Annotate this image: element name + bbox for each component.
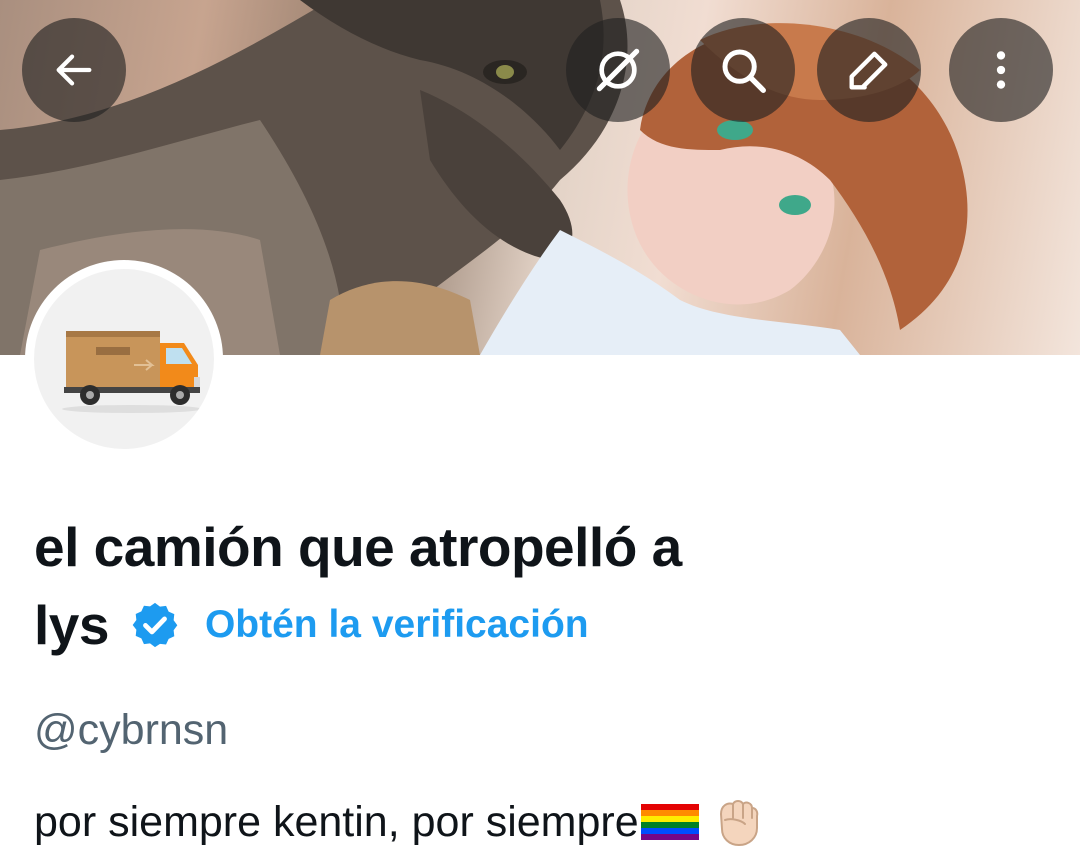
grok-icon (596, 48, 640, 92)
profile-avatar[interactable] (27, 262, 221, 456)
display-name-line2: lys (34, 594, 109, 656)
search-button[interactable] (691, 18, 795, 122)
edit-icon (849, 51, 888, 90)
arrow-left-icon (56, 54, 92, 86)
grok-button[interactable] (566, 18, 670, 122)
rainbow-flag-icon (640, 804, 699, 840)
more-vertical-icon (996, 51, 1006, 89)
edit-button[interactable] (817, 18, 921, 122)
get-verified-link[interactable]: Obtén la verificación (205, 586, 589, 664)
display-name-line1: el camión que atropelló a (34, 516, 682, 578)
avatar-image (34, 269, 214, 449)
search-icon (722, 49, 766, 93)
display-name-line2-row: lys Obtén la verificación (34, 586, 1014, 664)
back-button[interactable] (22, 18, 126, 122)
bio-text: por siempre kentin, por siempre (34, 797, 639, 846)
delivery-truck-icon (62, 331, 202, 413)
display-name: el camión que atropelló a lys Obtén la v… (34, 508, 1014, 664)
profile-bio: por siempre kentin, por siempre (34, 796, 763, 848)
raised-fist-icon (719, 800, 758, 847)
verified-check-icon[interactable] (129, 599, 181, 651)
user-handle: @cybrnsn (34, 706, 229, 754)
more-options-button[interactable] (949, 18, 1053, 122)
